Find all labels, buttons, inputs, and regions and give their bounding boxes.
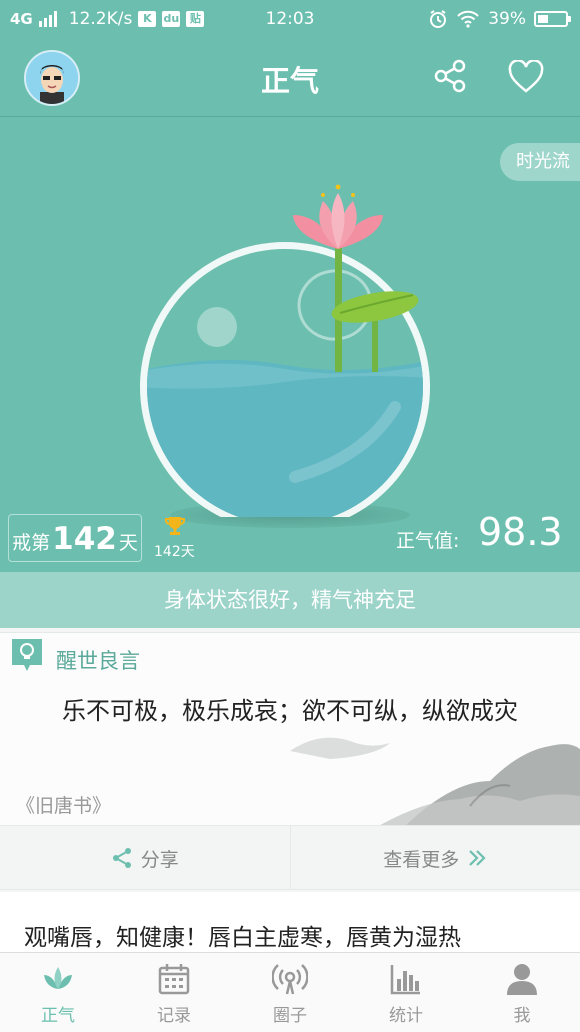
double-chevron-right-icon	[467, 848, 487, 868]
hero-section: 时光流 戒第 142 天	[0, 117, 580, 572]
battery-percent: 39%	[488, 9, 526, 29]
nav-item-stats[interactable]: 统计	[348, 953, 464, 1032]
broadcast-icon	[272, 961, 308, 997]
view-more-button[interactable]: 查看更多	[290, 826, 580, 890]
health-status-banner: 身体状态很好，精气神充足	[0, 572, 580, 628]
trophy-icon	[164, 515, 186, 537]
alarm-icon	[428, 9, 448, 29]
status-bar: 4G 12.2K/s K du 贴 12:03 39%	[0, 0, 580, 40]
streak-suffix: 天	[119, 528, 138, 555]
share-button[interactable]: 分享	[0, 826, 290, 890]
nav-item-zhengqi[interactable]: 正气	[0, 953, 116, 1032]
quote-source: 《旧唐书》	[16, 791, 111, 818]
streak-counter: 戒第 142 天	[8, 514, 142, 562]
timeline-button[interactable]: 时光流	[500, 143, 580, 181]
bar-chart-icon	[388, 961, 424, 997]
nav-item-circle[interactable]: 圈子	[232, 953, 348, 1032]
person-icon	[504, 961, 540, 997]
health-tip-card[interactable]: 观嘴唇，知健康！唇白主虚寒，唇黄为湿热	[0, 892, 580, 952]
streak-prefix: 戒第	[12, 528, 50, 555]
top-header: 正气	[0, 40, 580, 117]
best-record: 142天	[154, 541, 195, 561]
calendar-icon	[156, 961, 192, 997]
nav-label: 正气	[41, 1001, 75, 1026]
heart-icon[interactable]	[508, 60, 544, 94]
nav-label: 统计	[389, 1001, 423, 1026]
nav-label: 圈子	[273, 1001, 307, 1026]
wifi-icon	[456, 10, 480, 28]
share-icon[interactable]	[432, 58, 468, 94]
bottom-nav: 正气 记录 圈子 统计 我	[0, 952, 580, 1032]
quote-card: 醒世良言 乐不可极，极乐成哀；欲不可纵，纵欲成灾 《旧唐书》 分享 查看更多	[0, 632, 580, 890]
battery-icon	[534, 11, 568, 27]
share-small-icon	[111, 847, 133, 869]
nav-label: 记录	[157, 1001, 191, 1026]
share-label: 分享	[141, 845, 179, 872]
view-more-label: 查看更多	[383, 845, 459, 872]
lotus-icon	[40, 961, 76, 997]
streak-days: 142	[52, 521, 117, 557]
score-label: 正气值:	[396, 526, 459, 553]
nav-label: 我	[514, 1001, 531, 1026]
quote-actions: 分享 查看更多	[0, 825, 580, 890]
mountain-ink-painting	[290, 721, 580, 831]
nav-item-me[interactable]: 我	[464, 953, 580, 1032]
page-title: 正气	[0, 58, 580, 100]
lotus-bowl-illustration	[135, 157, 445, 517]
lightbulb-icon	[12, 639, 42, 673]
quote-heading: 醒世良言	[56, 645, 140, 675]
nav-item-records[interactable]: 记录	[116, 953, 232, 1032]
health-tip-text: 观嘴唇，知健康！唇白主虚寒，唇黄为湿热	[24, 918, 461, 952]
score-value: 98.3	[478, 510, 563, 554]
